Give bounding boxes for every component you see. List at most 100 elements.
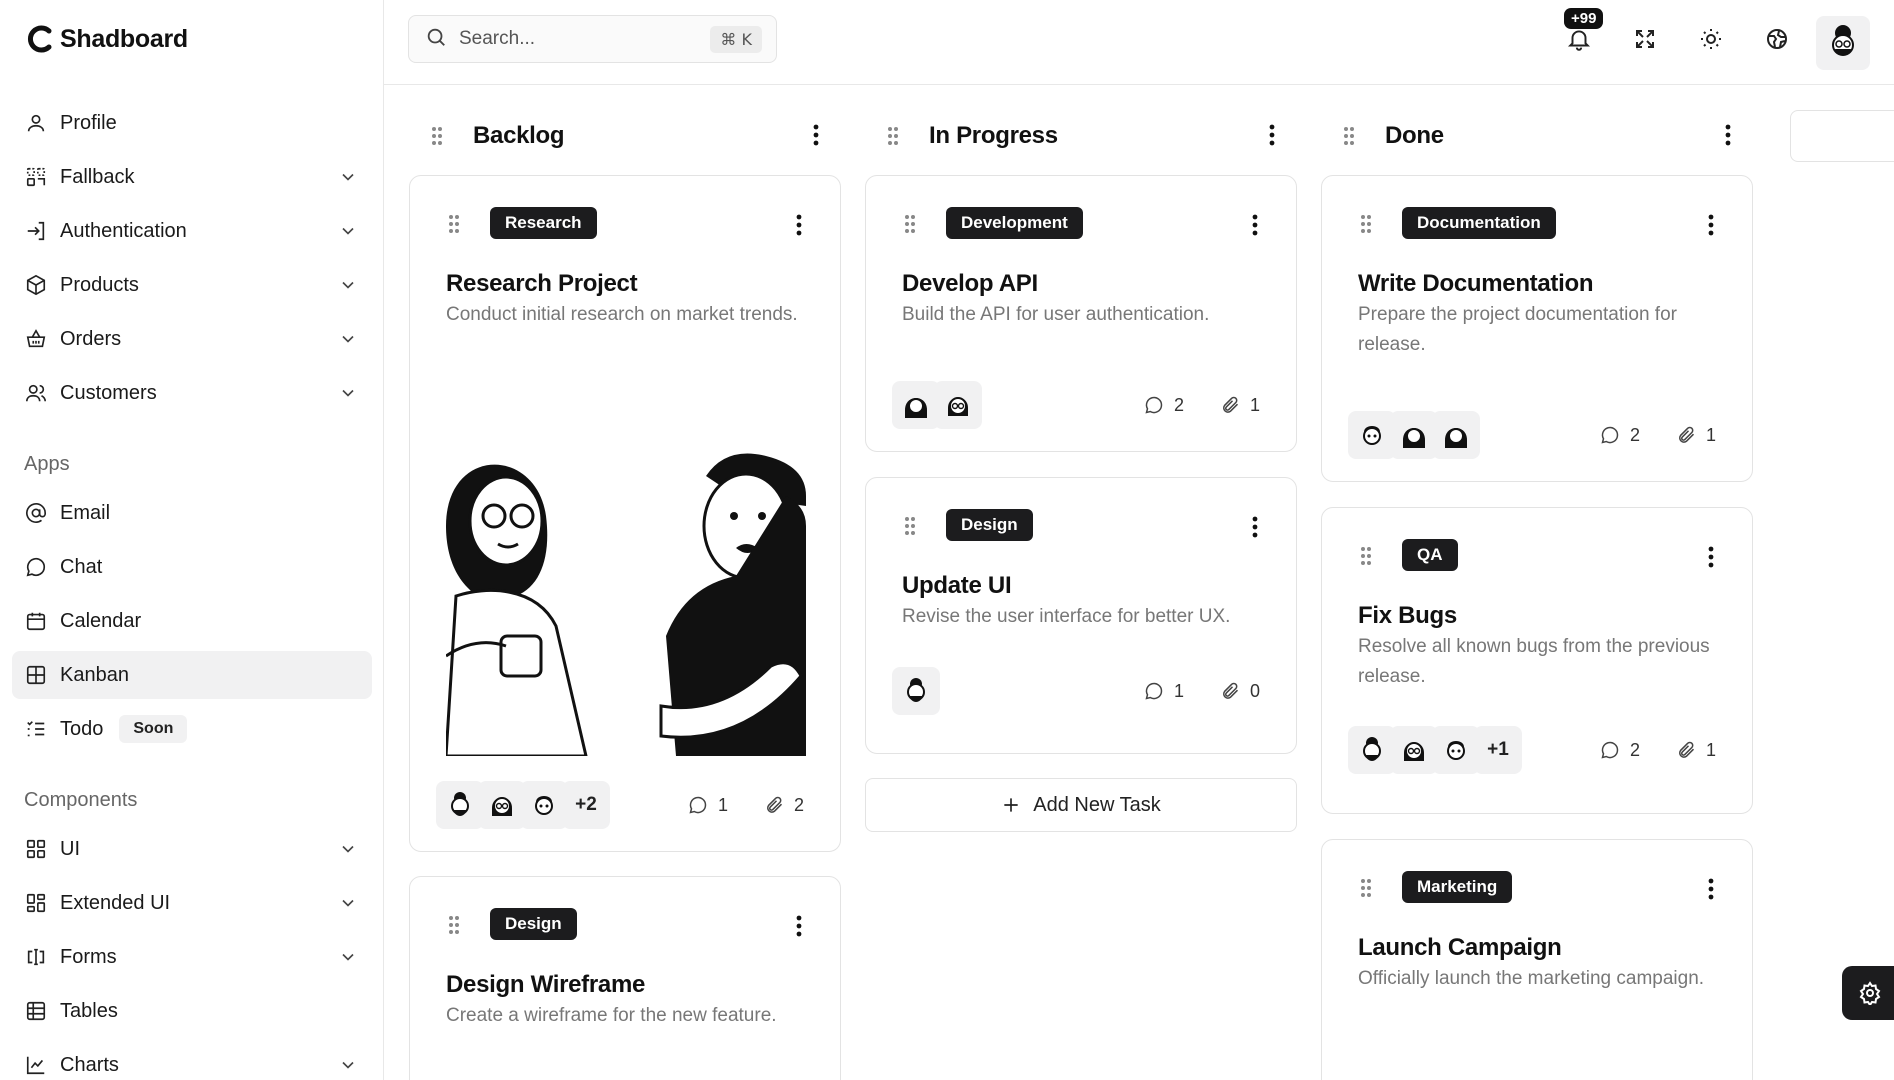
fullscreen-icon[interactable]: [1630, 24, 1660, 54]
avatar[interactable]: [1390, 726, 1438, 774]
avatar[interactable]: [478, 781, 526, 829]
chevron-down-icon: [338, 1055, 358, 1080]
sidebar-item-extended-ui[interactable]: Extended UI: [12, 879, 372, 927]
settings-button[interactable]: [1842, 966, 1894, 1020]
sidebar-item-kanban[interactable]: Kanban: [12, 651, 372, 699]
more-vertical-icon[interactable]: [1708, 214, 1714, 241]
sidebar-item-todo[interactable]: Todo Soon: [12, 705, 372, 753]
task-card-update-ui[interactable]: Design Update UI Revise the user interfa…: [865, 477, 1297, 754]
drag-handle-icon[interactable]: [904, 516, 916, 541]
avatar[interactable]: [934, 381, 982, 429]
grid-icon: [24, 837, 48, 861]
more-vertical-icon[interactable]: [1252, 214, 1258, 241]
task-card-develop-api[interactable]: Development Develop API Build the API fo…: [865, 175, 1297, 452]
task-description: Officially launch the marketing campaign…: [1358, 968, 1705, 989]
more-vertical-icon[interactable]: [1708, 878, 1714, 905]
task-card-launch-campaign[interactable]: Marketing Launch Campaign Officially lau…: [1321, 839, 1753, 1080]
drag-handle-icon[interactable]: [887, 126, 899, 151]
task-card-research-project[interactable]: Research Research Project Conduct initia…: [409, 175, 841, 852]
comment-count-value: 2: [1173, 394, 1184, 415]
sidebar-item-orders[interactable]: Orders: [12, 315, 372, 363]
attachment-count: 1: [1220, 395, 1260, 416]
avatar[interactable]: [892, 381, 940, 429]
plus-icon: [1004, 798, 1018, 812]
sidebar-item-calendar[interactable]: Calendar: [12, 597, 372, 645]
kanban-column-done: Done Documentation Write Documentation P…: [1321, 100, 1753, 1080]
task-footer: +1 2 1: [1348, 726, 1716, 774]
sidebar-item-ui[interactable]: UI: [12, 825, 372, 873]
sidebar-item-products[interactable]: Products: [12, 261, 372, 309]
extra-assignees-count[interactable]: +1: [1474, 726, 1522, 774]
comment-icon: [1601, 741, 1619, 759]
search-input[interactable]: Search... ⌘ K: [408, 15, 777, 63]
sidebar-item-chat[interactable]: Chat: [12, 543, 372, 591]
avatar[interactable]: [1432, 411, 1480, 459]
drag-handle-icon[interactable]: [431, 126, 443, 151]
avatar[interactable]: [1390, 411, 1438, 459]
sidebar-item-profile[interactable]: Profile: [12, 99, 372, 147]
sidebar-item-fallback[interactable]: Fallback: [12, 153, 372, 201]
task-footer: 2 1: [1348, 411, 1716, 459]
more-vertical-icon[interactable]: [1252, 516, 1258, 543]
drag-handle-icon[interactable]: [1360, 878, 1372, 903]
drag-handle-icon[interactable]: [904, 214, 916, 239]
avatar[interactable]: [1348, 726, 1396, 774]
chart-icon: [24, 1053, 48, 1077]
avatar[interactable]: [1348, 411, 1396, 459]
task-stats: 1 0: [1118, 681, 1260, 702]
sidebar-item-customers[interactable]: Customers: [12, 369, 372, 417]
avatar[interactable]: [892, 667, 940, 715]
app-logo[interactable]: Shadboard: [26, 24, 188, 54]
sidebar-item-tables[interactable]: Tables: [12, 987, 372, 1035]
task-card-design-wireframe[interactable]: Design Design Wireframe Create a wirefra…: [409, 876, 841, 1080]
drag-handle-icon[interactable]: [448, 915, 460, 940]
shadboard-logo-icon: [28, 25, 52, 53]
drag-handle-icon[interactable]: [1360, 546, 1372, 571]
comment-icon: [1601, 426, 1619, 444]
avatar[interactable]: [520, 781, 568, 829]
comment-count: 1: [688, 795, 728, 816]
task-title: Research Project: [446, 270, 638, 297]
chevron-down-icon: [338, 383, 358, 408]
more-vertical-icon[interactable]: [796, 915, 802, 942]
task-footer: 1 0: [892, 667, 1260, 715]
more-vertical-icon[interactable]: [1269, 124, 1275, 151]
sidebar-item-forms[interactable]: Forms: [12, 933, 372, 981]
column-header: Backlog: [409, 100, 841, 172]
sun-icon[interactable]: [1696, 24, 1726, 54]
sidebar-item-charts[interactable]: Charts: [12, 1041, 372, 1080]
search-icon: [425, 26, 447, 53]
more-vertical-icon[interactable]: [813, 124, 819, 151]
at-icon: [24, 501, 48, 525]
more-vertical-icon[interactable]: [1708, 546, 1714, 573]
task-card-write-documentation[interactable]: Documentation Write Documentation Prepar…: [1321, 175, 1753, 482]
more-vertical-icon[interactable]: [796, 214, 802, 241]
assignee-avatars: +1: [1348, 726, 1522, 774]
kanban-column-in-progress: In Progress Development Develop API Buil…: [865, 100, 1297, 832]
assignee-avatars: [892, 381, 982, 429]
task-title: Fix Bugs: [1358, 602, 1457, 629]
add-column-placeholder[interactable]: [1790, 110, 1894, 162]
task-card-fix-bugs[interactable]: QA Fix Bugs Resolve all known bugs from …: [1321, 507, 1753, 814]
drag-handle-icon[interactable]: [448, 214, 460, 239]
user-avatar[interactable]: [1816, 16, 1870, 70]
bell-icon[interactable]: [1564, 24, 1594, 54]
more-vertical-icon[interactable]: [1725, 124, 1731, 151]
column-header: In Progress: [865, 100, 1297, 172]
extra-assignees-count[interactable]: +2: [562, 781, 610, 829]
users-icon: [24, 381, 48, 405]
sidebar-item-email[interactable]: Email: [12, 489, 372, 537]
kanban-column-backlog: Backlog Research Research Project Conduc…: [409, 100, 841, 1080]
avatar[interactable]: [436, 781, 484, 829]
globe-icon[interactable]: [1762, 24, 1792, 54]
section-label-components: Components: [24, 789, 138, 811]
comment-icon: [1145, 396, 1163, 414]
avatar[interactable]: [1432, 726, 1480, 774]
add-new-task-button[interactable]: Add New Task: [865, 778, 1297, 832]
comment-icon: [689, 796, 707, 814]
sidebar-item-authentication[interactable]: Authentication: [12, 207, 372, 255]
drag-handle-icon[interactable]: [1343, 126, 1355, 151]
task-stats: 2 1: [1574, 740, 1716, 761]
drag-handle-icon[interactable]: [1360, 214, 1372, 239]
sidebar-item-label: Customers: [60, 381, 157, 404]
